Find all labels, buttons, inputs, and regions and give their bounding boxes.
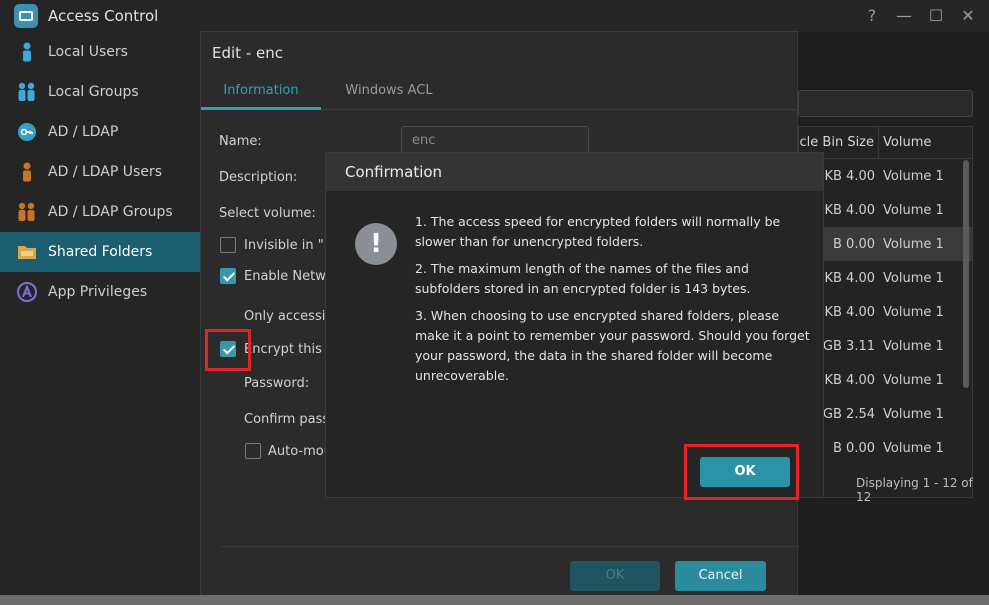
sidebar-item-label: Local Groups	[48, 84, 139, 100]
search-input[interactable]	[798, 90, 973, 117]
table-row[interactable]: 3.11 GB Volume 1	[799, 329, 972, 363]
cell-volume: Volume 1	[883, 406, 944, 422]
table-row[interactable]: 4.00 KB Volume 1	[799, 261, 972, 295]
sidebar-item-label: AD / LDAP Groups	[48, 204, 173, 220]
sidebar-item-local-groups[interactable]: Local Groups	[0, 72, 200, 112]
table-row[interactable]: 4.00 KB Volume 1	[799, 193, 972, 227]
edit-ok-button[interactable]: OK	[570, 561, 660, 591]
description-label: Description:	[219, 170, 298, 185]
user-icon	[17, 162, 37, 182]
sidebar: Local Users Local Groups AD / LDAP AD / …	[0, 32, 200, 605]
table-row[interactable]: 4.00 KB Volume 1	[799, 295, 972, 329]
desktop-background-strip	[0, 595, 989, 605]
cell-volume: Volume 1	[883, 372, 944, 388]
sidebar-item-app-privileges[interactable]: App Privileges	[0, 272, 200, 312]
sidebar-item-label: App Privileges	[48, 284, 148, 300]
cell-volume: Volume 1	[883, 236, 944, 252]
column-header-volume[interactable]: Volume	[879, 135, 931, 150]
sidebar-item-ad-ldap[interactable]: AD / LDAP	[0, 112, 200, 152]
automount-label: Auto-mou	[268, 444, 332, 459]
help-icon[interactable]: ?	[863, 7, 881, 25]
encrypt-highlight-box	[205, 329, 251, 371]
password-label: Password:	[244, 376, 310, 391]
message-name-length: 2. The maximum length of the names of th…	[415, 261, 751, 296]
confirmation-title: Confirmation	[326, 153, 823, 191]
key-icon	[17, 122, 37, 142]
invisible-checkbox[interactable]	[220, 237, 236, 253]
dialog-tabs: Information Windows ACL	[201, 76, 799, 110]
title-bar: Access Control ? — ☐ ✕	[0, 0, 989, 32]
maximize-icon[interactable]: ☐	[927, 7, 945, 25]
only-accessible-label: Only accessibl	[244, 309, 338, 324]
table-scrollbar[interactable]	[963, 160, 969, 388]
dialog-title: Edit - enc	[212, 44, 283, 62]
name-label: Name:	[219, 134, 262, 149]
sidebar-item-shared-folders[interactable]: Shared Folders	[0, 232, 200, 272]
cell-volume: Volume 1	[883, 440, 944, 456]
divider	[221, 546, 799, 547]
tab-windows-acl[interactable]: Windows ACL	[331, 76, 447, 110]
cell-volume: Volume 1	[883, 202, 944, 218]
table-row[interactable]: 0.00 B Volume 1	[799, 431, 972, 465]
cell-volume: Volume 1	[883, 304, 944, 320]
warning-icon: !	[355, 223, 397, 265]
close-icon[interactable]: ✕	[959, 7, 977, 25]
cancel-button[interactable]: Cancel	[675, 561, 766, 591]
sidebar-item-label: AD / LDAP Users	[48, 164, 162, 180]
sidebar-item-local-users[interactable]: Local Users	[0, 32, 200, 72]
table-row[interactable]: 4.00 KB Volume 1	[799, 159, 972, 193]
table-header: Recycle Bin Size Volume	[799, 126, 972, 159]
sidebar-item-label: Shared Folders	[48, 244, 153, 260]
tab-information[interactable]: Information	[201, 76, 321, 110]
sidebar-item-label: Local Users	[48, 44, 128, 60]
group-icon	[17, 82, 37, 102]
select-volume-label: Select volume:	[219, 206, 316, 221]
user-icon	[17, 42, 37, 62]
table-row[interactable]: 0.00 B Volume 1	[799, 227, 972, 261]
folder-icon	[17, 242, 37, 262]
sidebar-item-label: AD / LDAP	[48, 124, 119, 140]
group-icon	[17, 202, 37, 222]
table-row[interactable]: 4.00 KB Volume 1	[799, 363, 972, 397]
app-title: Access Control	[48, 7, 159, 25]
window-controls: ? — ☐ ✕	[863, 0, 977, 32]
table-row[interactable]: 2.54 GB Volume 1	[799, 397, 972, 431]
cell-volume: Volume 1	[883, 168, 944, 184]
minimize-icon[interactable]: —	[895, 7, 913, 25]
app-icon	[17, 282, 37, 302]
sidebar-item-ad-ldap-users[interactable]: AD / LDAP Users	[0, 152, 200, 192]
cell-volume: Volume 1	[883, 270, 944, 286]
enable-network-checkbox[interactable]	[220, 268, 236, 284]
access-control-app-icon	[14, 4, 38, 28]
ok-highlight-box	[684, 444, 799, 500]
message-password: 3. When choosing to use encrypted shared…	[415, 308, 810, 383]
sidebar-item-ad-ldap-groups[interactable]: AD / LDAP Groups	[0, 192, 200, 232]
shared-folders-table: Recycle Bin Size Volume 4.00 KBVolume 1 …	[798, 126, 973, 498]
automount-checkbox[interactable]	[245, 443, 261, 459]
cell-volume: Volume 1	[883, 338, 944, 354]
message-speed: 1. The access speed for encrypted folder…	[415, 214, 781, 249]
table-footer-count: Displaying 1 - 12 of 12	[856, 476, 973, 504]
